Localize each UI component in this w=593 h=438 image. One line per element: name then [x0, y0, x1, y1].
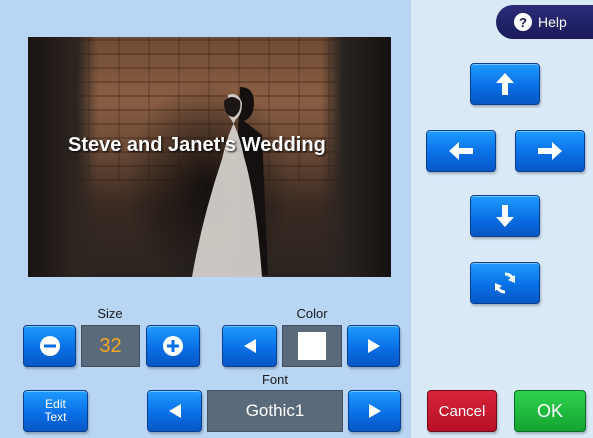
color-prev-button[interactable] [222, 325, 277, 367]
rotate-icon [495, 272, 515, 294]
ok-label: OK [536, 400, 563, 421]
photo-preview[interactable]: Steve and Janet's Wedding [28, 37, 391, 277]
arrow-right-icon [538, 142, 562, 160]
size-value-box: 32 [81, 325, 140, 367]
arrow-down-icon [496, 205, 514, 227]
arrow-left-icon [449, 142, 473, 160]
font-next-button[interactable] [348, 390, 401, 432]
couple-silhouette [192, 87, 268, 277]
ok-button[interactable]: OK [514, 390, 586, 432]
triangle-left-icon [168, 404, 181, 418]
move-right-button[interactable] [515, 130, 585, 172]
question-icon: ? [514, 13, 532, 31]
rotate-button[interactable] [470, 262, 540, 304]
triangle-right-icon [368, 404, 381, 418]
photo-caption[interactable]: Steve and Janet's Wedding [68, 134, 368, 157]
photo-arch-left [28, 37, 98, 277]
minus-icon [39, 336, 60, 356]
triangle-left-icon [243, 339, 256, 353]
help-label: Help [538, 14, 567, 30]
size-value: 32 [99, 334, 122, 357]
font-prev-button[interactable] [147, 390, 202, 432]
edit-text-line2: Text [44, 410, 67, 424]
size-increase-button[interactable] [146, 325, 200, 367]
cancel-button[interactable]: Cancel [427, 390, 497, 432]
move-left-button[interactable] [426, 130, 496, 172]
color-swatch [298, 332, 326, 360]
arrow-up-icon [496, 73, 514, 95]
move-down-button[interactable] [470, 195, 540, 237]
edit-text-button[interactable]: Edit Text [23, 390, 88, 432]
help-button[interactable]: ? Help [496, 5, 593, 39]
move-up-button[interactable] [470, 63, 540, 105]
photo-arch-right [321, 37, 391, 277]
size-label: Size [97, 306, 123, 321]
color-value-box [282, 325, 342, 367]
triangle-right-icon [367, 339, 380, 353]
color-label: Color [296, 306, 328, 321]
size-decrease-button[interactable] [23, 325, 76, 367]
font-value: Gothic1 [245, 401, 305, 420]
cancel-label: Cancel [438, 402, 486, 420]
plus-icon [163, 336, 183, 356]
font-label: Font [261, 372, 288, 387]
font-value-box: Gothic1 [207, 390, 343, 432]
color-next-button[interactable] [347, 325, 400, 367]
